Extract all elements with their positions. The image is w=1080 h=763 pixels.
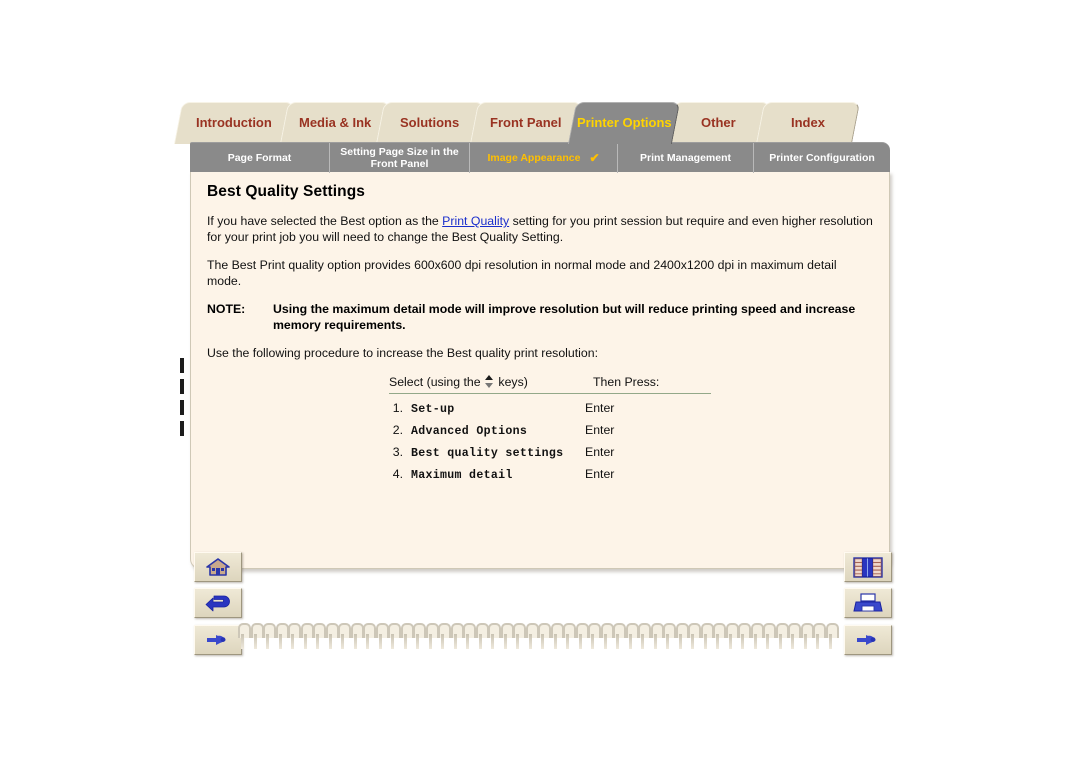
column-header-select-pre: Select (using the [389,374,485,389]
tab-label: Printer Options [576,114,672,130]
step-press: Enter [585,422,615,437]
paragraph-intro-before: If you have selected the Best option as … [207,214,443,228]
tab-media-and-ink[interactable]: Media & Ink [279,102,391,144]
printer-icon [853,592,883,614]
procedure-table-header: Select (using the keys) Then Press: [389,374,711,394]
change-bar [180,421,184,436]
step-number: 3. [392,444,403,459]
table-row: 3. Best quality settings Enter [389,438,711,460]
subtab-setting-page-size[interactable]: Setting Page Size in the Front Panel [330,143,470,173]
table-row: 1. Set-up Enter [389,394,711,416]
tab-solutions[interactable]: Solutions [375,102,485,144]
tab-label: Solutions [400,114,460,130]
step-number: 2. [392,422,403,437]
subtab-label: Setting Page Size in the Front Panel [340,146,459,170]
subtab-image-appearance[interactable]: Image Appearance ✔ [470,143,618,173]
change-bar [180,400,184,415]
pointing-hand-button-left[interactable] [194,625,242,655]
table-row: 4. Maximum detail Enter [389,460,711,482]
subtab-page-format[interactable]: Page Format [190,143,330,173]
tab-front-panel[interactable]: Front Panel [469,102,583,144]
step-command: Maximum detail [411,468,513,482]
step-press: Enter [585,466,615,481]
back-button[interactable] [194,588,242,618]
paragraph-procedure-intro: Use the following procedure to increase … [207,346,598,360]
change-bars [180,358,188,442]
print-quality-link[interactable]: Print Quality [442,214,509,228]
up-down-arrow-keys-icon [485,374,494,388]
tab-label: Front Panel [490,114,562,130]
subtab-label: Printer Configuration [769,152,875,164]
step-number: 1. [392,400,403,415]
column-header-select-post: keys) [495,374,528,389]
change-bar [180,379,184,394]
step-command: Advanced Options [411,424,528,438]
subtab-printer-configuration[interactable]: Printer Configuration [754,143,890,173]
change-bar [180,358,184,373]
tab-label: Other [700,114,736,130]
step-command: Best quality settings [411,446,564,460]
check-icon: ✔ [589,151,600,165]
tab-printer-options[interactable]: Printer Options [567,102,681,144]
pointing-hand-icon [204,631,232,649]
home-icon [205,557,231,577]
note-label: NOTE: [207,302,246,316]
sub-tab-bar: Page Format Setting Page Size in the Fro… [190,142,890,173]
column-header-then-press: Then Press: [593,374,660,389]
note-block: NOTE: Using the maximum detail mode will… [207,302,873,333]
pointing-hand-icon [854,631,882,649]
page-title: Best Quality Settings [207,183,365,200]
help-viewer: Introduction Media & Ink Solutions Front… [173,100,902,668]
screenshot-root: Introduction Media & Ink Solutions Front… [0,0,1080,763]
tab-label: Introduction [196,114,273,130]
step-command: Set-up [411,402,455,416]
tab-other[interactable]: Other [665,102,771,144]
back-arrow-icon [204,593,232,613]
bookshelf-icon [853,556,883,578]
note-text: Using the maximum detail mode will impro… [273,302,856,332]
home-button[interactable] [194,552,242,582]
main-tab-row: Introduction Media & Ink Solutions Front… [173,100,902,144]
print-button[interactable] [844,588,892,618]
paragraph-resolution: The Best Print quality option provides 6… [207,258,837,288]
subtab-print-management[interactable]: Print Management [618,143,754,173]
tab-index[interactable]: Index [755,102,861,144]
column-header-select: Select (using the keys) [389,374,593,389]
subtab-label: Page Format [227,152,292,164]
content-page: Best Quality Settings If you have select… [190,171,890,569]
step-press: Enter [585,444,615,459]
procedure-table: Select (using the keys) Then Press: 1. S… [389,374,711,482]
subtab-label: Image Appearance [487,152,581,164]
table-row: 2. Advanced Options Enter [389,416,711,438]
paragraph-intro: If you have selected the Best option as … [207,214,873,245]
subtab-label: Print Management [639,152,731,164]
tab-label: Media & Ink [298,114,372,130]
spiral-binding [238,623,839,651]
bookshelf-button[interactable] [844,552,892,582]
tab-introduction[interactable]: Introduction [173,102,295,144]
step-number: 4. [392,466,403,481]
pointing-hand-button-right[interactable] [844,625,892,655]
step-press: Enter [585,400,615,415]
tab-label: Index [791,114,826,130]
